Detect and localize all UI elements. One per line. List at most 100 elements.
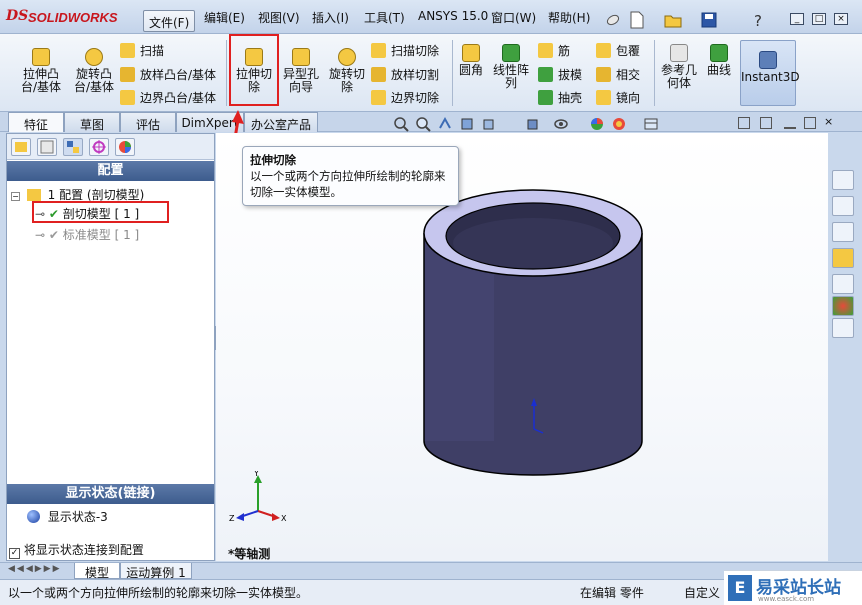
boundary-cut-button[interactable]: 边界切除 bbox=[371, 89, 439, 107]
menu-file[interactable]: 文件(F) bbox=[143, 10, 195, 32]
sweep-cut-label: 扫描切除 bbox=[391, 44, 440, 58]
boundary-boss-button[interactable]: 边界凸台/基体 bbox=[120, 89, 216, 107]
viewport-close-button[interactable]: × bbox=[824, 116, 833, 127]
sweep-icon bbox=[120, 43, 135, 58]
viewport-minimize-button[interactable] bbox=[784, 117, 796, 129]
display-state-label: 显示状态-3 bbox=[47, 510, 108, 524]
shell-button[interactable]: 抽壳 bbox=[538, 89, 582, 107]
zoom-to-fit-icon[interactable] bbox=[393, 116, 409, 132]
curves-button[interactable]: 曲线 bbox=[704, 44, 734, 77]
linear-pattern-button[interactable]: 线性阵 列 bbox=[490, 44, 532, 90]
intersect-button[interactable]: 相交 bbox=[596, 66, 640, 84]
solidworks-logo[interactable]: DS SOLIDWORKS bbox=[6, 8, 134, 28]
configuration-manager-tab[interactable] bbox=[63, 138, 83, 156]
instant3d-button[interactable]: Instant3D bbox=[740, 40, 800, 106]
display-style-icon[interactable] bbox=[525, 116, 541, 132]
menu-ansys[interactable]: ANSYS 15.0 bbox=[418, 9, 488, 23]
collapse-icon[interactable]: − bbox=[11, 192, 20, 201]
sweep-label: 扫描 bbox=[140, 44, 165, 58]
apply-scene-icon[interactable] bbox=[611, 116, 627, 132]
reference-geometry-label: 参考几 何体 bbox=[660, 63, 697, 90]
tab-sketch[interactable]: 草图 bbox=[64, 112, 120, 132]
hide-show-items-icon[interactable] bbox=[553, 116, 569, 132]
fillet-button[interactable]: 圆角 bbox=[456, 44, 486, 77]
draft-icon bbox=[538, 67, 553, 82]
status-custom[interactable]: 自定义 bbox=[684, 584, 720, 601]
separator bbox=[654, 40, 655, 106]
curves-label: 曲线 bbox=[706, 63, 731, 77]
solidworks-resources-icon[interactable] bbox=[832, 170, 854, 190]
display-state-item[interactable]: 显示状态-3 bbox=[27, 508, 108, 525]
maximize-button[interactable]: □ bbox=[812, 13, 826, 25]
command-manager-tabs: 特征 草图 评估 DimXpert 办公室产品 bbox=[0, 112, 862, 132]
part-config-icon bbox=[26, 189, 41, 201]
help-icon[interactable]: ? bbox=[750, 11, 768, 29]
new-document-icon[interactable] bbox=[628, 11, 646, 29]
zoom-to-area-icon[interactable] bbox=[415, 116, 431, 132]
view-palette-icon[interactable] bbox=[832, 274, 854, 294]
draft-button[interactable]: 拔模 bbox=[538, 66, 582, 84]
edit-appearance-icon[interactable] bbox=[589, 116, 605, 132]
boundary-boss-label: 边界凸台/基体 bbox=[140, 91, 217, 105]
extrude-boss-icon bbox=[32, 48, 50, 66]
menu-help[interactable]: 帮助(H) bbox=[548, 9, 590, 26]
save-icon[interactable] bbox=[700, 11, 718, 29]
appearances-icon[interactable] bbox=[832, 296, 854, 316]
configuration-header: 配置 bbox=[7, 161, 214, 181]
wrap-button[interactable]: 包覆 bbox=[596, 42, 640, 60]
separator bbox=[452, 40, 453, 106]
viewport-split-icon[interactable] bbox=[760, 117, 772, 129]
reference-geometry-button[interactable]: 参考几 何体 bbox=[658, 44, 700, 90]
tab-office-products[interactable]: 办公室产品 bbox=[244, 112, 318, 132]
boundary-cut-label: 边界切除 bbox=[391, 91, 440, 105]
link-display-states-label: 将显示状态连接到配置 bbox=[23, 543, 144, 557]
sweep-button[interactable]: 扫描 bbox=[120, 42, 164, 60]
hole-wizard-label: 异型孔 向导 bbox=[282, 67, 319, 94]
status-mode: 在编辑 零件 bbox=[580, 586, 644, 600]
revolve-boss-button[interactable]: 旋转凸 台/基体 bbox=[70, 48, 118, 94]
link-display-states-option[interactable]: ✓ 将显示状态连接到配置 bbox=[9, 541, 144, 559]
loft-cut-button[interactable]: 放样切割 bbox=[371, 66, 439, 84]
menu-window[interactable]: 窗口(W) bbox=[491, 9, 536, 26]
file-explorer-icon[interactable] bbox=[832, 248, 854, 268]
view-orientation-icon[interactable] bbox=[481, 116, 497, 132]
mirror-button[interactable]: 镜向 bbox=[596, 89, 640, 107]
config-item[interactable]: ⊸ ✔ 标准模型 [ 1 ] bbox=[35, 226, 139, 243]
feature-manager-tab[interactable] bbox=[11, 138, 31, 156]
tab-motion-study[interactable]: 运动算例 1 bbox=[120, 563, 192, 580]
display-manager-tab[interactable] bbox=[115, 138, 135, 156]
menu-view[interactable]: 视图(V) bbox=[258, 9, 300, 26]
tab-evaluate[interactable]: 评估 bbox=[120, 112, 176, 132]
minimize-button[interactable]: _ bbox=[790, 13, 804, 25]
draft-label: 拔模 bbox=[558, 68, 583, 82]
tab-features[interactable]: 特征 bbox=[8, 112, 64, 132]
display-state-icon bbox=[27, 510, 40, 523]
hole-wizard-button[interactable]: 异型孔 向导 bbox=[280, 48, 322, 94]
link-display-states-checkbox[interactable]: ✓ bbox=[9, 548, 20, 559]
menu-insert[interactable]: 插入(I) bbox=[312, 9, 349, 26]
extrude-boss-button[interactable]: 拉伸凸 台/基体 bbox=[14, 48, 68, 94]
configuration-root-label: 1 配置 (剖切模型) bbox=[47, 188, 145, 202]
rib-button[interactable]: 筋 bbox=[538, 42, 570, 60]
close-button[interactable]: × bbox=[834, 13, 848, 25]
loft-boss-button[interactable]: 放样凸台/基体 bbox=[120, 66, 216, 84]
section-view-icon[interactable] bbox=[459, 116, 475, 132]
previous-view-icon[interactable] bbox=[437, 116, 453, 132]
design-library-icon[interactable] bbox=[832, 222, 854, 242]
property-manager-tab[interactable] bbox=[37, 138, 57, 156]
tab-model[interactable]: 模型 bbox=[74, 563, 120, 580]
dimxpert-manager-tab[interactable] bbox=[89, 138, 109, 156]
revolve-cut-button[interactable]: 旋转切 除 bbox=[326, 48, 368, 94]
open-folder-icon[interactable] bbox=[664, 11, 682, 29]
menu-tools[interactable]: 工具(T) bbox=[364, 9, 405, 26]
pin-icon[interactable] bbox=[604, 11, 622, 29]
view-settings-icon[interactable] bbox=[643, 116, 659, 132]
custom-properties-icon[interactable] bbox=[832, 318, 854, 338]
viewport-pane-icon[interactable] bbox=[738, 117, 750, 129]
menu-edit[interactable]: 编辑(E) bbox=[204, 9, 245, 26]
home-icon[interactable] bbox=[832, 196, 854, 216]
loft-cut-icon bbox=[371, 67, 386, 82]
sweep-cut-button[interactable]: 扫描切除 bbox=[371, 42, 439, 60]
tab-scroll-arrows[interactable]: ◀◀◀▶▶▶ bbox=[8, 564, 68, 578]
viewport-restore-button[interactable] bbox=[804, 117, 816, 129]
